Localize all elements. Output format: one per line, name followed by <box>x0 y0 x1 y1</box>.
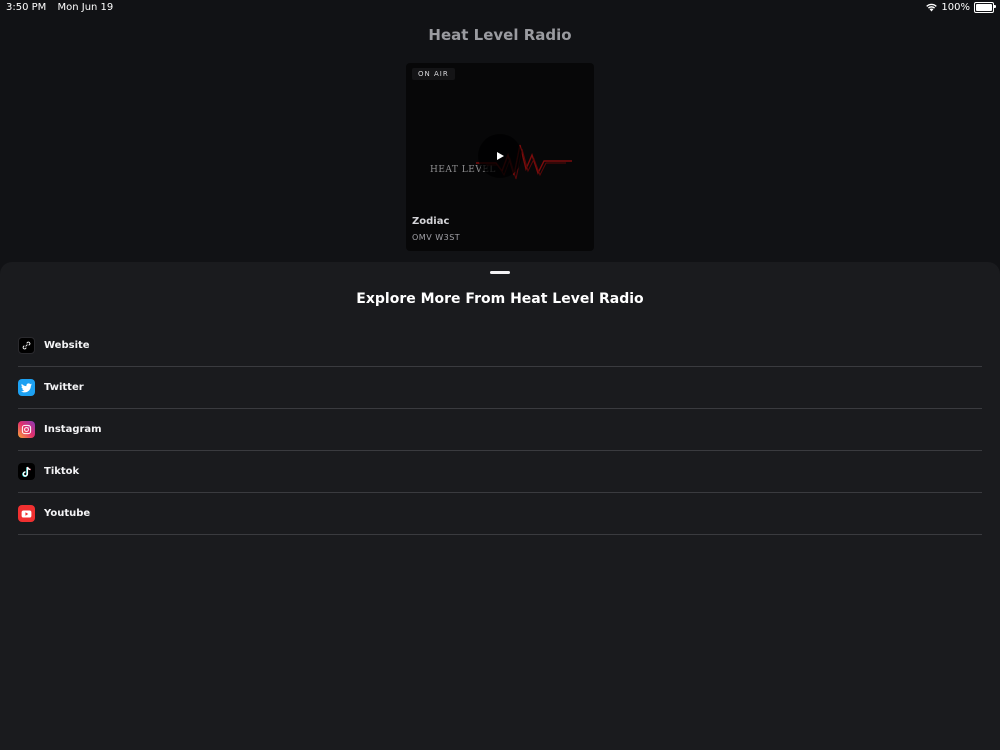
link-label-instagram: Instagram <box>44 424 102 435</box>
tiktok-icon <box>18 463 35 480</box>
sheet-title: Explore More From Heat Level Radio <box>356 291 644 307</box>
link-row-website[interactable]: Website <box>18 325 982 367</box>
battery-percent: 100% <box>941 2 970 13</box>
link-row-twitter[interactable]: Twitter <box>18 367 982 409</box>
status-left: 3:50 PM Mon Jun 19 <box>6 2 121 13</box>
status-bar: 3:50 PM Mon Jun 19 100% <box>0 0 1000 16</box>
link-list: Website Twitter Instagram Tiktok Youtube <box>18 325 982 535</box>
link-label-youtube: Youtube <box>44 508 91 519</box>
battery-fill <box>976 4 992 11</box>
twitter-icon <box>18 379 35 396</box>
sheet-grabber[interactable] <box>490 271 510 274</box>
play-icon <box>497 152 504 160</box>
explore-sheet: Explore More From Heat Level Radio Websi… <box>0 262 1000 750</box>
instagram-icon <box>18 421 35 438</box>
wifi-icon <box>926 3 938 12</box>
page-title: Heat Level Radio <box>428 26 572 44</box>
link-label-tiktok: Tiktok <box>44 466 80 477</box>
track-artist: OMV W3ST <box>412 233 461 242</box>
youtube-icon <box>18 505 35 522</box>
link-row-youtube[interactable]: Youtube <box>18 493 982 535</box>
link-icon <box>18 337 35 354</box>
on-air-badge: ON AIR <box>412 68 455 80</box>
track-title: Zodiac <box>412 216 450 227</box>
play-button[interactable] <box>478 134 522 178</box>
app-screen: 3:50 PM Mon Jun 19 100% Heat Level Radio… <box>0 0 1000 750</box>
status-date: Mon Jun 19 <box>57 2 114 13</box>
link-label-twitter: Twitter <box>44 382 84 393</box>
link-row-instagram[interactable]: Instagram <box>18 409 982 451</box>
status-right: 100% <box>926 2 996 13</box>
battery-icon <box>974 2 996 13</box>
link-row-tiktok[interactable]: Tiktok <box>18 451 982 493</box>
status-time: 3:50 PM <box>6 2 47 13</box>
link-label-website: Website <box>44 340 90 351</box>
